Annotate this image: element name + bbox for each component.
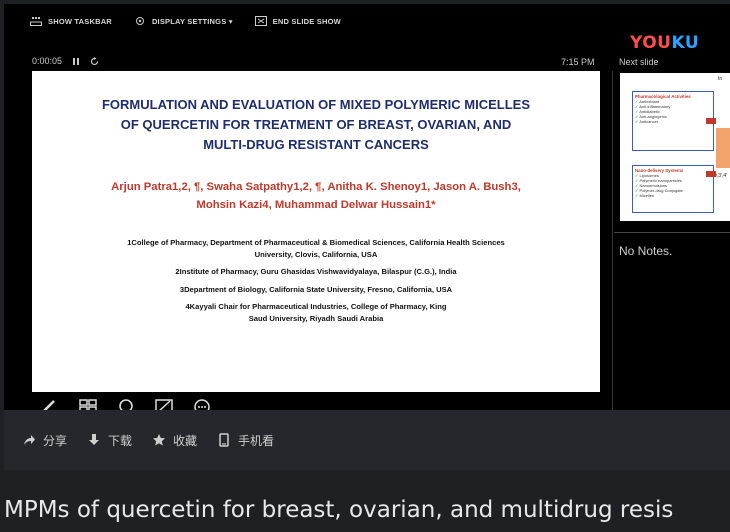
presenter-toolbar: SHOW TASKBAR DISPLAY SETTINGS ▾ END SLID… bbox=[4, 4, 730, 38]
slide-author-line: Mohsin Kazi4, Muhammad Delwar Hussain1* bbox=[196, 199, 436, 211]
thumb-delivery-box: Nano-delivery Systems ✓ Liposomes ✓ Poly… bbox=[632, 165, 714, 213]
slide-authors: Arjun Patra1,2, ¶, Swaha Satpathy1,2, ¶,… bbox=[32, 178, 600, 214]
clock: 7:15 PM bbox=[561, 57, 595, 67]
end-show-icon bbox=[254, 16, 267, 26]
favorite-label: 收藏 bbox=[173, 433, 198, 448]
slide-title-line: FORMULATION AND EVALUATION OF MIXED POLY… bbox=[101, 97, 531, 112]
share-icon bbox=[24, 435, 35, 445]
magnifier-icon[interactable] bbox=[116, 397, 136, 410]
slide-author-line: Arjun Patra1,2, ¶, Swaha Satpathy1,2, ¶,… bbox=[111, 181, 521, 193]
thumb-activities-box: Pharmacological Activities ✓ Antioxidant… bbox=[632, 91, 714, 151]
star-icon bbox=[153, 434, 166, 446]
video-title: MPMs of quercetin for breast, ovarian, a… bbox=[4, 497, 674, 523]
taskbar-icon bbox=[30, 17, 42, 26]
thumb-arrow bbox=[706, 171, 716, 177]
slide-affiliations: 1College of Pharmacy, Department of Phar… bbox=[32, 237, 600, 330]
thumb-arrow bbox=[706, 118, 716, 124]
reset-icon[interactable] bbox=[90, 56, 99, 66]
pointer-icon[interactable] bbox=[154, 397, 174, 410]
video-action-bar: 分享 下载 收藏 手机看 bbox=[4, 410, 730, 470]
timer-value: 0:00:05 bbox=[32, 56, 63, 66]
youku-logo: YOUKU bbox=[630, 33, 699, 53]
affiliation: 4Kayyali Chair for Pharmaceutical Indust… bbox=[185, 302, 447, 323]
share-button[interactable]: 分享 bbox=[22, 432, 67, 449]
slide-title-line: MULTI-DRUG RESISTANT CANCERS bbox=[203, 137, 429, 152]
slide-title: FORMULATION AND EVALUATION OF MIXED POLY… bbox=[32, 95, 600, 155]
panel-divider bbox=[612, 71, 613, 410]
affiliation: 2Institute of Pharmacy, Guru Ghasidas Vi… bbox=[175, 267, 457, 276]
display-settings-icon bbox=[135, 17, 144, 25]
watch-on-phone-label: 手机看 bbox=[238, 433, 275, 448]
video-player[interactable]: SHOW TASKBAR DISPLAY SETTINGS ▾ END SLID… bbox=[4, 4, 730, 410]
slide-title-line: OF QUERCETIN FOR TREATMENT OF BREAST, OV… bbox=[120, 117, 512, 132]
notes-divider bbox=[614, 232, 730, 233]
display-settings-label: DISPLAY SETTINGS ▾ bbox=[151, 16, 233, 26]
watch-on-phone-button[interactable]: 手机看 bbox=[217, 432, 274, 449]
download-button[interactable]: 下载 bbox=[87, 432, 132, 449]
phone-icon bbox=[219, 433, 229, 447]
end-slide-show-button[interactable]: END SLIDE SHOW bbox=[254, 16, 341, 26]
next-slide-label: Next slide bbox=[619, 57, 659, 67]
affiliation: 1College of Pharmacy, Department of Phar… bbox=[127, 238, 505, 259]
logo-part-1: YOU bbox=[630, 33, 672, 53]
pause-icon[interactable] bbox=[72, 57, 80, 66]
pen-icon[interactable] bbox=[40, 397, 60, 410]
display-settings-button[interactable]: DISPLAY SETTINGS ▾ bbox=[134, 16, 233, 26]
slide-tools bbox=[40, 397, 212, 410]
thumb-item: ✓ Anticancer bbox=[635, 119, 659, 124]
show-taskbar-label: SHOW TASKBAR bbox=[48, 16, 112, 26]
thumb-fragment: In bbox=[718, 76, 723, 82]
share-label: 分享 bbox=[43, 433, 68, 448]
more-icon[interactable] bbox=[192, 397, 212, 410]
current-slide: FORMULATION AND EVALUATION OF MIXED POLY… bbox=[32, 71, 600, 392]
slides-grid-icon[interactable] bbox=[78, 397, 98, 410]
thumb-molecule-block bbox=[716, 128, 730, 168]
slide-timer: 0:00:05 bbox=[32, 56, 99, 66]
affiliation: 3Department of Biology, California State… bbox=[179, 284, 453, 294]
show-taskbar-button[interactable]: SHOW TASKBAR bbox=[30, 16, 112, 26]
end-slide-show-label: END SLIDE SHOW bbox=[272, 16, 341, 26]
download-label: 下载 bbox=[108, 433, 133, 448]
logo-part-2: KU bbox=[671, 33, 700, 53]
download-icon bbox=[89, 434, 100, 445]
thumb-item: ✓ Micelles bbox=[635, 193, 654, 198]
favorite-button[interactable]: 收藏 bbox=[152, 432, 197, 449]
next-slide-thumbnail[interactable]: In Pharmacological Activities ✓ Antioxid… bbox=[620, 73, 730, 221]
speaker-notes: No Notes. bbox=[619, 244, 673, 258]
